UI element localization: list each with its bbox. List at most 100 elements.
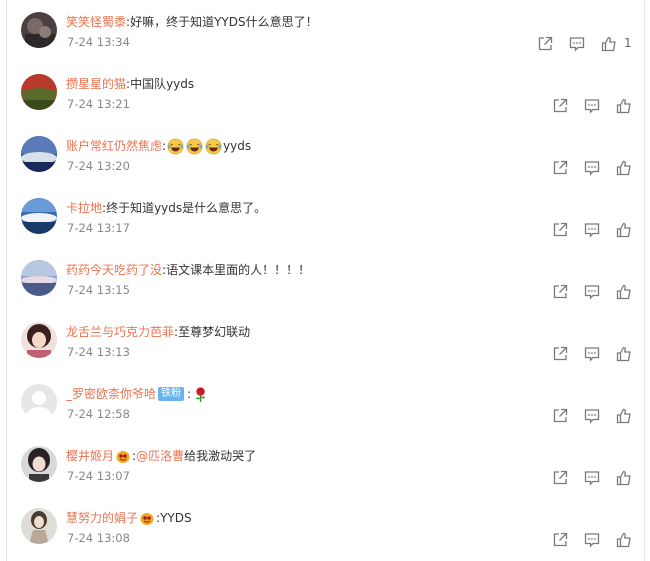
fan-badge: 铁粉 <box>158 387 185 401</box>
comment-text-line: 樱井姬月 : @匹洛曹 给我激动哭了 <box>66 447 256 465</box>
comment-text: 至尊梦幻联动 <box>178 325 251 339</box>
comment-list: 笑笑怪蜀黍: 好嘛，终于知道YYDS什么意思了！ 7-24 13:34 1 攒星… <box>6 0 645 561</box>
username-link[interactable]: 笑笑怪蜀黍 <box>66 13 126 31</box>
comment-text-line: 攒星星的猫: 中国队yyds <box>66 75 194 93</box>
avatar-photo-icon <box>21 322 57 358</box>
share-icon[interactable] <box>552 532 568 548</box>
comment-time: 7-24 13:08 <box>67 531 130 545</box>
avatar-photo-icon <box>21 198 57 234</box>
username-link[interactable]: 樱井姬月 <box>66 447 114 465</box>
avatar-photo-icon <box>21 508 57 544</box>
comment-text-line: _罗密欧柰你爷哈 铁粉: <box>66 385 210 403</box>
share-icon[interactable] <box>552 346 568 362</box>
user-avatar[interactable] <box>21 260 57 296</box>
laughing-tears-emoji-icon <box>186 138 203 154</box>
user-avatar[interactable] <box>21 384 57 420</box>
username-link[interactable]: 慧努力的娟子 <box>66 509 138 527</box>
comment-icon[interactable] <box>584 408 600 424</box>
comment-time: 7-24 13:21 <box>67 97 130 111</box>
user-avatar[interactable] <box>21 136 57 172</box>
share-icon[interactable] <box>552 284 568 300</box>
comment-icon[interactable] <box>584 160 600 176</box>
laughing-tears-emoji-icon <box>205 138 222 154</box>
like-icon[interactable] <box>601 36 617 52</box>
comment-icon[interactable] <box>569 36 585 52</box>
comment-time: 7-24 13:17 <box>67 221 130 235</box>
comment-item: 攒星星的猫: 中国队yyds 7-24 13:21 <box>7 66 646 127</box>
share-icon[interactable] <box>552 408 568 424</box>
like-icon[interactable] <box>616 160 632 176</box>
comment-icon[interactable] <box>584 222 600 238</box>
comment-item: _罗密欧柰你爷哈 铁粉: 7-24 12:58 <box>7 376 646 437</box>
comment-time: 7-24 13:34 <box>67 35 130 49</box>
comment-icon[interactable] <box>584 284 600 300</box>
avatar-photo-icon <box>21 12 57 48</box>
comment-item: 龙舌兰与巧克力芭菲: 至尊梦幻联动 7-24 13:13 <box>7 314 646 375</box>
share-icon[interactable] <box>552 470 568 486</box>
user-avatar[interactable] <box>21 322 57 358</box>
user-avatar[interactable] <box>21 198 57 234</box>
comment-time: 7-24 12:58 <box>67 407 130 421</box>
mention-link[interactable]: @匹洛曹 <box>136 447 184 465</box>
comment-item: 慧努力的娟子 : YYDS 7-24 13:08 <box>7 500 646 561</box>
username-link[interactable]: 账户常红仍然焦虑 <box>66 137 162 155</box>
avatar-photo-icon <box>21 74 57 110</box>
share-icon[interactable] <box>552 222 568 238</box>
like-icon[interactable] <box>616 222 632 238</box>
comment-text: 好嘛，终于知道YYDS什么意思了！ <box>130 15 318 29</box>
vip-badge-icon <box>116 450 130 463</box>
user-avatar[interactable] <box>21 446 57 482</box>
share-icon[interactable] <box>537 36 553 52</box>
like-icon[interactable] <box>616 470 632 486</box>
comment-text: 给我激动哭了 <box>184 449 257 463</box>
comment-text: 中国队yyds <box>130 77 195 91</box>
comment-icon[interactable] <box>584 346 600 362</box>
user-avatar[interactable] <box>21 12 57 48</box>
comment-text: 终于知道yyds是什么意思了。 <box>106 201 267 215</box>
comment-item: 账户常红仍然焦虑: yyds 7-24 13:20 <box>7 128 646 189</box>
comment-item: 笑笑怪蜀黍: 好嘛，终于知道YYDS什么意思了！ 7-24 13:34 1 <box>7 4 646 65</box>
username-link[interactable]: 药药今天吃药了没 <box>66 261 162 279</box>
comment-time: 7-24 13:20 <box>67 159 130 173</box>
username-link[interactable]: 攒星星的猫 <box>66 75 126 93</box>
comment-time: 7-24 13:07 <box>67 469 130 483</box>
comment-text-line: 账户常红仍然焦虑: yyds <box>66 137 251 155</box>
comment-text-line: 药药今天吃药了没: 语文课本里面的人！！！！ <box>66 261 310 279</box>
vip-badge-icon <box>140 512 154 525</box>
comment-text-line: 慧努力的娟子 : YYDS <box>66 509 192 527</box>
laughing-tears-emoji-icon <box>167 138 184 154</box>
like-count: 1 <box>624 36 632 50</box>
comment-icon[interactable] <box>584 470 600 486</box>
comment-item: 药药今天吃药了没: 语文课本里面的人！！！！ 7-24 13:15 <box>7 252 646 313</box>
comment-time: 7-24 13:13 <box>67 345 130 359</box>
colon: : <box>187 387 192 401</box>
username-link[interactable]: _罗密欧柰你爷哈 <box>66 385 156 403</box>
comment-text: yyds <box>223 139 252 153</box>
colon: : <box>162 139 167 153</box>
like-icon[interactable] <box>616 98 632 114</box>
like-icon[interactable] <box>616 408 632 424</box>
comment-item: 樱井姬月 : @匹洛曹 给我激动哭了 7-24 13:07 <box>7 438 646 499</box>
like-icon[interactable] <box>616 284 632 300</box>
user-avatar[interactable] <box>21 508 57 544</box>
username-link[interactable]: 龙舌兰与巧克力芭菲 <box>66 323 174 341</box>
share-icon[interactable] <box>552 160 568 176</box>
user-avatar[interactable] <box>21 74 57 110</box>
comment-text-line: 龙舌兰与巧克力芭菲: 至尊梦幻联动 <box>66 323 250 341</box>
avatar-photo-icon <box>21 260 57 296</box>
comment-item: 卡拉地: 终于知道yyds是什么意思了。 7-24 13:17 <box>7 190 646 251</box>
avatar-photo-icon <box>21 136 57 172</box>
comment-time: 7-24 13:15 <box>67 283 130 297</box>
comment-text: YYDS <box>160 511 192 525</box>
comment-icon[interactable] <box>584 532 600 548</box>
comment-icon[interactable] <box>584 98 600 114</box>
username-link[interactable]: 卡拉地 <box>66 199 102 217</box>
rose-emoji-icon <box>195 386 206 402</box>
like-icon[interactable] <box>616 532 632 548</box>
default-avatar-icon <box>21 384 57 420</box>
comment-text: 语文课本里面的人！！！！ <box>166 263 311 277</box>
share-icon[interactable] <box>552 98 568 114</box>
avatar-photo-icon <box>21 446 57 482</box>
comment-text-line: 笑笑怪蜀黍: 好嘛，终于知道YYDS什么意思了！ <box>66 13 318 31</box>
like-icon[interactable] <box>616 346 632 362</box>
